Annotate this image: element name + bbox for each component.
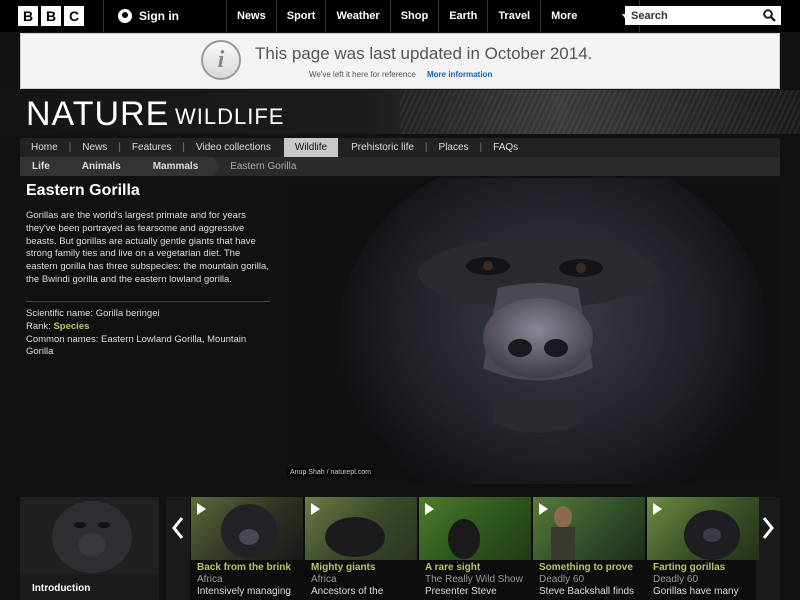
- gorilla-thumbnail-illustration: [448, 519, 480, 559]
- video-title[interactable]: A rare sight: [425, 562, 531, 573]
- notice-subtitle: We've left it here for reference: [309, 70, 416, 79]
- video-description: Intensively managing: [197, 586, 291, 597]
- video-source: The Really Wild Show: [425, 574, 523, 585]
- scientific-name-value: Gorilla beringei: [95, 307, 160, 319]
- divider: [103, 0, 104, 32]
- search-icon[interactable]: [763, 9, 776, 22]
- chevron-left-icon: [172, 517, 184, 539]
- user-icon: [118, 9, 132, 23]
- nav-weather[interactable]: Weather: [325, 0, 389, 32]
- carousel-item[interactable]: Mighty giants Africa Ancestors of the: [305, 497, 417, 600]
- nav-sport[interactable]: Sport: [275, 0, 326, 32]
- tab-places[interactable]: Places: [428, 138, 480, 157]
- notice-title: This page was last updated in October 20…: [255, 44, 593, 63]
- video-source: Deadly 60: [539, 574, 585, 585]
- scientific-name-row: Scientific name: Gorilla beringei: [26, 308, 270, 321]
- rank-label: Rank:: [26, 320, 51, 332]
- more-label: More: [551, 10, 578, 22]
- introduction-thumbnail[interactable]: [20, 497, 159, 575]
- logo-letter: C: [64, 6, 84, 26]
- gorilla-thumbnail-illustration: [325, 517, 385, 557]
- breadcrumb: Life Animals Mammals Eastern Gorilla: [20, 157, 780, 176]
- video-description: Steve Backshall finds: [539, 586, 635, 597]
- tab-wildlife[interactable]: Wildlife: [283, 138, 339, 157]
- species-info: Eastern Gorilla Gorillas are the world's…: [26, 182, 270, 359]
- play-icon: [311, 503, 320, 515]
- video-description: Gorillas have many: [653, 586, 739, 597]
- nav-shop[interactable]: Shop: [389, 0, 439, 32]
- gorilla-hero-image: [283, 178, 780, 484]
- play-icon: [653, 503, 662, 515]
- sign-in-label: Sign in: [139, 9, 179, 23]
- video-thumbnail[interactable]: [647, 497, 759, 560]
- breadcrumb-mammals[interactable]: Mammals: [134, 157, 220, 176]
- logo-letter: B: [41, 6, 61, 26]
- gorilla-thumbnail-illustration: [684, 510, 740, 560]
- tab-features[interactable]: Features: [121, 138, 182, 157]
- carousel-prev-button[interactable]: [166, 497, 190, 600]
- video-thumbnail[interactable]: [419, 497, 531, 560]
- rank-row: Rank: Species: [26, 321, 270, 334]
- chevron-right-icon: [762, 517, 774, 539]
- divider: [26, 300, 270, 302]
- video-title[interactable]: Farting gorillas: [653, 562, 759, 573]
- tab-prehistoric-life[interactable]: Prehistoric life: [340, 138, 425, 157]
- breadcrumb-life[interactable]: Life: [20, 157, 72, 176]
- nav-earth[interactable]: Earth: [438, 0, 487, 32]
- species-facts: Scientific name: Gorilla beringei Rank: …: [26, 308, 270, 359]
- info-icon: i: [201, 40, 241, 80]
- video-thumbnail[interactable]: [533, 497, 645, 560]
- nav-news[interactable]: News: [226, 0, 276, 32]
- page-title: Eastern Gorilla: [26, 182, 140, 199]
- play-icon: [425, 503, 434, 515]
- carousel-item[interactable]: Back from the brink Africa Intensively m…: [191, 497, 303, 600]
- video-description: Presenter Steve: [425, 586, 497, 597]
- video-thumbnail[interactable]: [191, 497, 303, 560]
- carousel-item[interactable]: Something to prove Deadly 60 Steve Backs…: [533, 497, 645, 600]
- video-title[interactable]: Something to prove: [539, 562, 645, 573]
- carousel-item[interactable]: A rare sight The Really Wild Show Presen…: [419, 497, 531, 600]
- presenter-thumbnail-illustration: [551, 506, 575, 560]
- common-names-row: Common names: Eastern Lowland Gorilla, M…: [26, 334, 270, 360]
- tab-faqs[interactable]: FAQs: [482, 138, 529, 157]
- sign-in-link[interactable]: Sign in: [118, 9, 179, 23]
- breadcrumb-current: Eastern Gorilla: [230, 161, 297, 172]
- rank-link[interactable]: Species: [53, 321, 89, 332]
- search-placeholder: Search: [631, 9, 668, 22]
- breadcrumb-animals[interactable]: Animals: [63, 157, 143, 176]
- carousel-next-button[interactable]: [756, 497, 780, 600]
- video-source: Africa: [197, 574, 223, 585]
- video-title[interactable]: Mighty giants: [311, 562, 417, 573]
- gorilla-face-illustration: [283, 178, 780, 484]
- common-names-label: Common names:: [26, 333, 99, 345]
- tab-news[interactable]: News: [71, 138, 118, 157]
- scientific-name-label: Scientific name:: [26, 307, 94, 319]
- video-source: Deadly 60: [653, 574, 699, 585]
- introduction-label: Introduction: [32, 583, 91, 594]
- gorilla-thumbnail-illustration: [221, 504, 277, 558]
- section-nav: Home | News | Features | Video collectio…: [20, 138, 780, 157]
- search-input[interactable]: Search: [625, 6, 781, 25]
- section-title[interactable]: WILDLIFE: [175, 104, 284, 130]
- video-title[interactable]: Back from the brink: [197, 562, 303, 573]
- species-description: Gorillas are the world's largest primate…: [26, 210, 269, 286]
- play-icon: [197, 503, 206, 515]
- archive-notice: i This page was last updated in October …: [20, 33, 780, 89]
- logo-letter: B: [18, 6, 38, 26]
- tab-home[interactable]: Home: [20, 138, 69, 157]
- tab-video-collections[interactable]: Video collections: [185, 138, 282, 157]
- bbc-logo[interactable]: B B C: [18, 6, 84, 26]
- site-title[interactable]: NATURE: [26, 95, 169, 134]
- nav-travel[interactable]: Travel: [487, 0, 540, 32]
- carousel-item[interactable]: Farting gorillas Deadly 60 Gorillas have…: [647, 497, 759, 600]
- video-description: Ancestors of the: [311, 586, 384, 597]
- play-icon: [539, 503, 548, 515]
- more-information-link[interactable]: More information: [427, 70, 492, 79]
- photo-credit: Anup Shah / naturepl.com: [287, 468, 374, 477]
- video-source: Africa: [311, 574, 337, 585]
- video-thumbnail[interactable]: [305, 497, 417, 560]
